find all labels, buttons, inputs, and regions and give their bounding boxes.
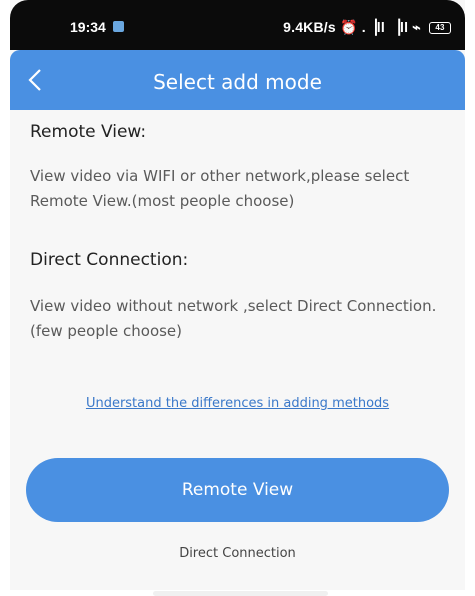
direct-connection-button[interactable]: Direct Connection	[10, 546, 465, 561]
direct-connection-heading: Direct Connection:	[30, 250, 189, 270]
remote-view-description: View video via WIFI or other network,ple…	[30, 167, 410, 210]
status-bar: 19:34 9.4KB/s ⏰ .▕ll ▕ll ⌁ 43	[10, 0, 465, 50]
network-speed: 9.4KB/s	[283, 19, 336, 35]
app-header: Select add mode	[10, 50, 465, 110]
page-title: Select add mode	[153, 70, 322, 94]
status-time: 19:34	[70, 19, 106, 35]
remote-view-heading: Remote View:	[30, 122, 147, 142]
status-indicators: 9.4KB/s ⏰ .▕ll ▕ll ⌁ 43	[283, 19, 451, 36]
differences-link[interactable]: Understand the differences in adding met…	[10, 396, 465, 411]
remote-view-button[interactable]: Remote View	[26, 458, 449, 522]
battery-icon: 43	[429, 22, 451, 35]
app-screen: 19:34 9.4KB/s ⏰ .▕ll ▕ll ⌁ 43 Select add…	[10, 0, 465, 590]
home-indicator	[153, 591, 328, 596]
direct-connection-description: View video without network ,select Direc…	[30, 297, 437, 340]
notification-icon	[113, 21, 124, 32]
signal-icons: ⏰ .▕ll ▕ll ⌁	[339, 19, 421, 35]
